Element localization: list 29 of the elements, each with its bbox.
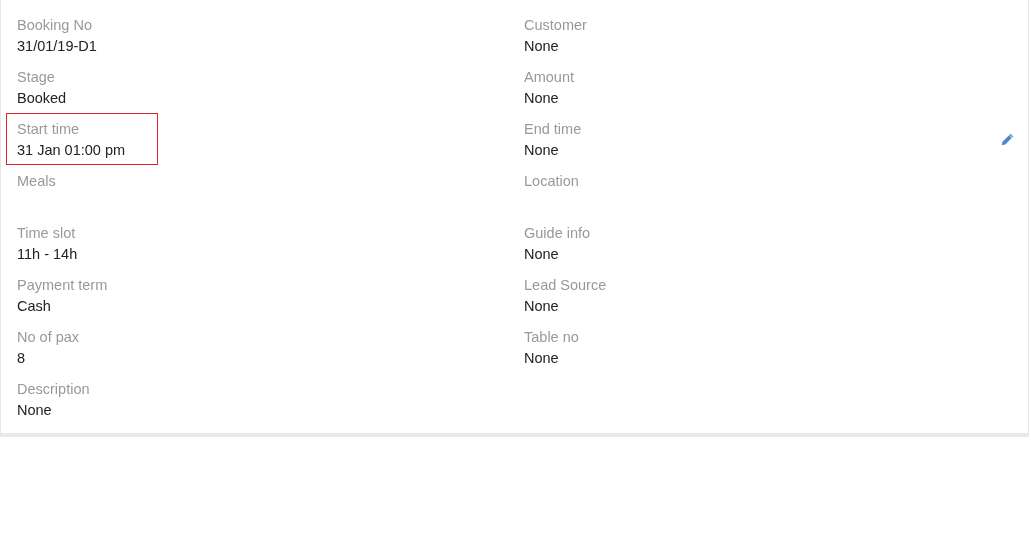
field-label: No of pax xyxy=(17,328,80,347)
field-label: Table no xyxy=(524,328,579,347)
field-value: None xyxy=(524,349,559,368)
field-value: None xyxy=(524,89,559,108)
field-label: Time slot xyxy=(17,224,76,243)
field-value: 8 xyxy=(17,349,26,368)
field-value: 31/01/19-D1 xyxy=(17,37,97,56)
field-label: Stage xyxy=(17,68,55,87)
field-label: Amount xyxy=(524,68,574,87)
field-label: Lead Source xyxy=(524,276,607,295)
field-label: Meals xyxy=(17,172,56,191)
field-label: Start time xyxy=(17,120,80,139)
field-label: Booking No xyxy=(17,16,92,35)
field-value: None xyxy=(524,141,559,160)
field-label: End time xyxy=(524,120,582,139)
field-value: None xyxy=(524,297,559,316)
field-label: Location xyxy=(524,172,579,191)
field-value: None xyxy=(17,401,52,420)
field-value: 31 Jan 01:00 pm xyxy=(17,141,126,160)
field-label: Payment term xyxy=(17,276,108,295)
field-value: Cash xyxy=(17,297,51,316)
field-value: None xyxy=(524,245,559,264)
field-label: Guide info xyxy=(524,224,591,243)
field-value: None xyxy=(524,37,559,56)
field-value: 11h - 14h xyxy=(17,245,78,264)
pencil-icon[interactable] xyxy=(1001,132,1014,146)
field-label: Description xyxy=(17,380,90,399)
field-label: Customer xyxy=(524,16,587,35)
field-value: Booked xyxy=(17,89,67,108)
